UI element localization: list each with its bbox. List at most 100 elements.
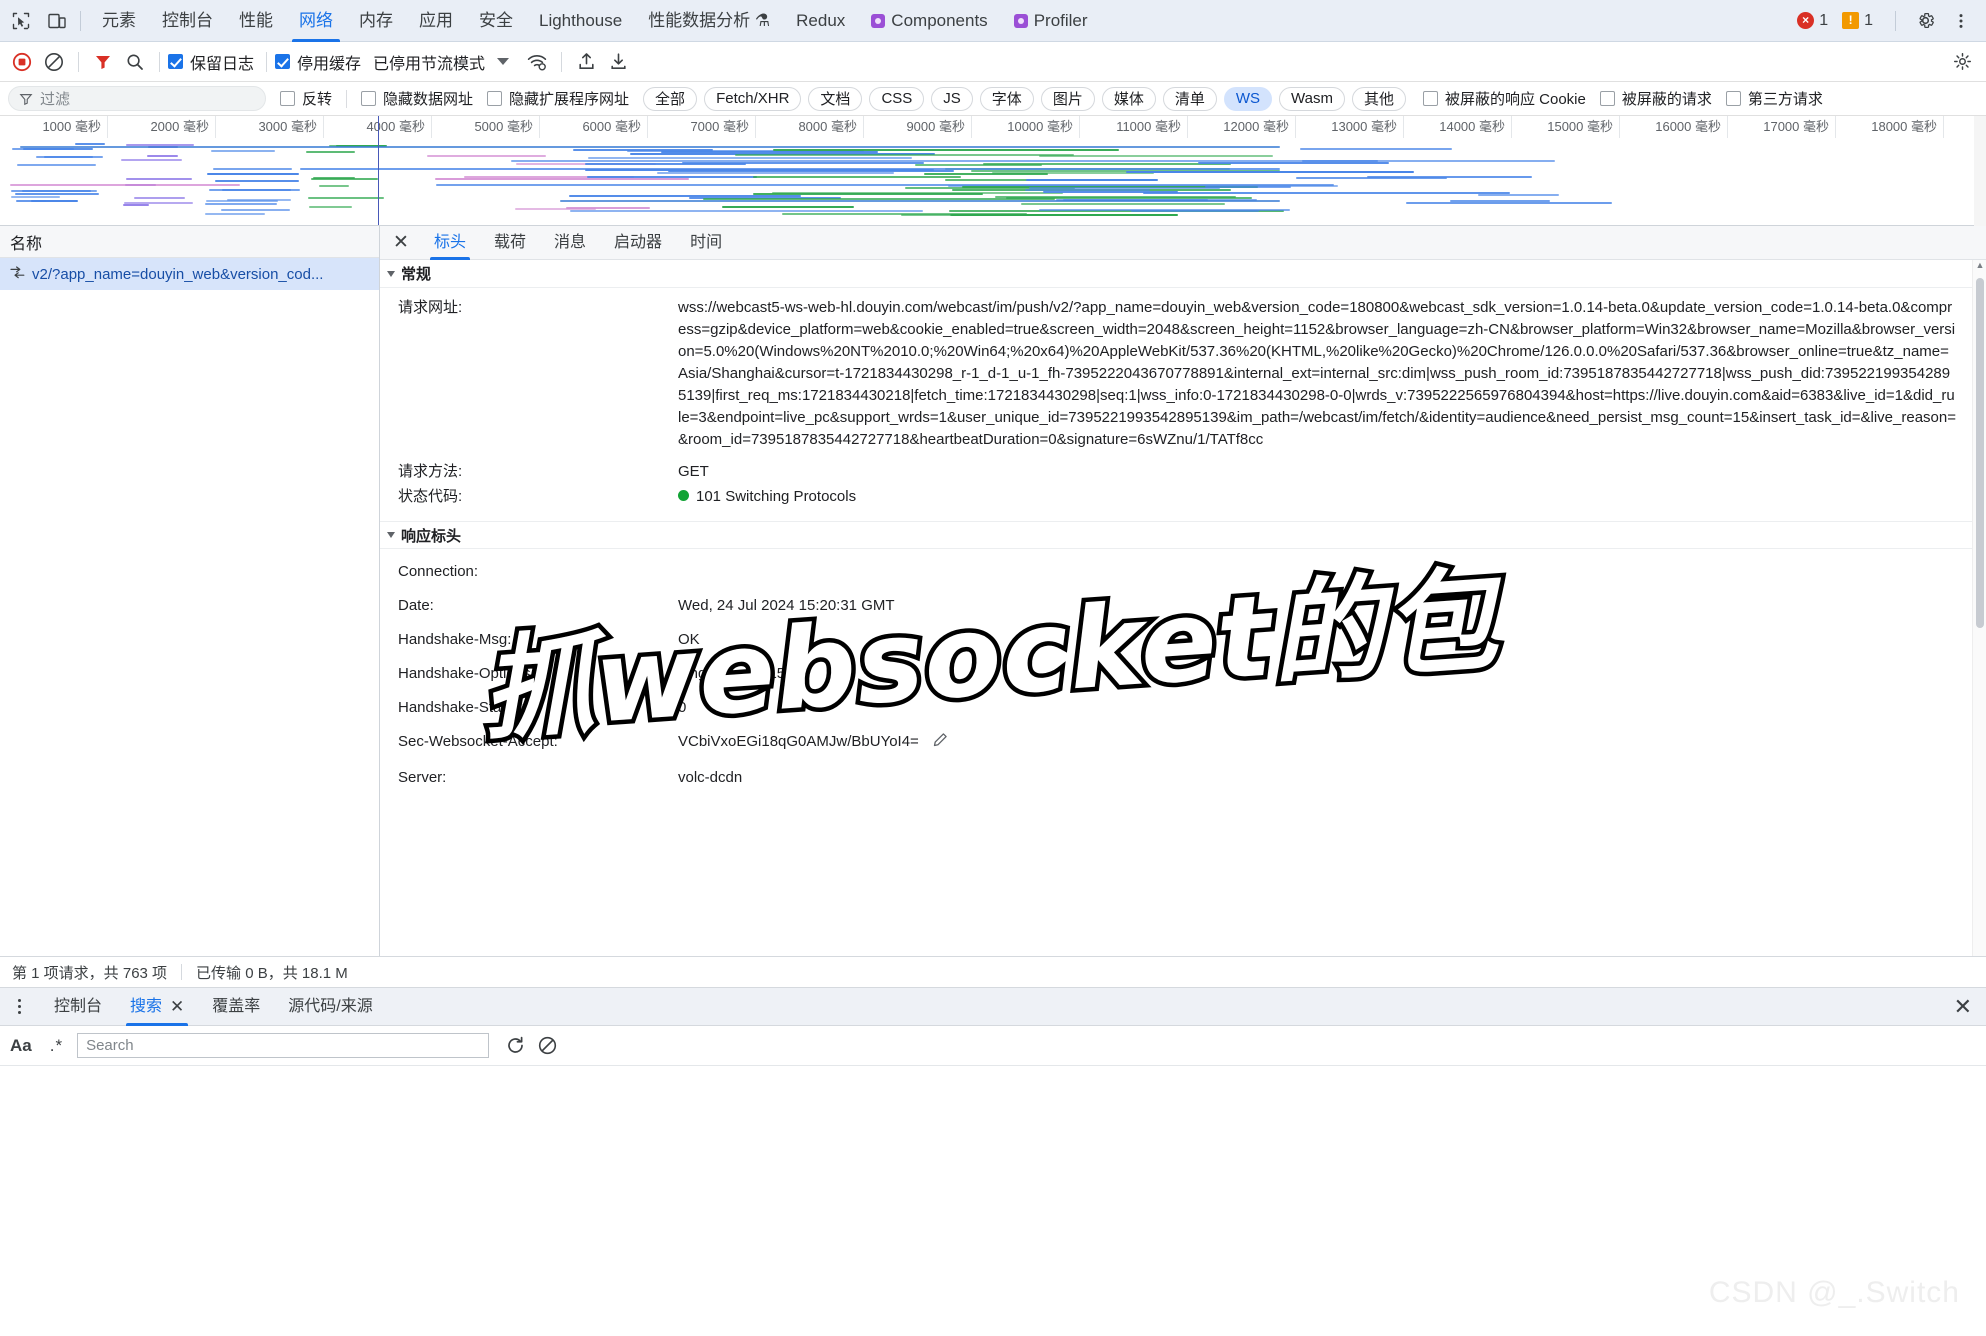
detail-scrollbar[interactable]: ▲ ▼ (1972, 260, 1986, 970)
request-list-header[interactable]: 名称 (0, 226, 379, 258)
tab-label: 内存 (359, 10, 393, 30)
section-response-headers[interactable]: 响应标头 (380, 521, 1986, 549)
tab-label: 性能 (239, 10, 273, 30)
tab-label: 源代码/来源 (288, 997, 373, 1015)
drawer-tabbar: 控制台 搜索 ✕ 覆盖率 源代码/来源 ✕ (0, 988, 1986, 1026)
react-extension-icon (1013, 13, 1028, 28)
detail-tab-payload[interactable]: 载荷 (480, 226, 540, 260)
drawer-tab-search[interactable]: 搜索 ✕ (116, 988, 198, 1026)
header-row: Connection: (380, 559, 1986, 584)
type-filter-font[interactable]: 字体 (979, 86, 1034, 111)
status-code-value: 101 Switching Protocols (696, 488, 857, 505)
search-input[interactable]: Search (77, 1033, 490, 1058)
overview-scrollbar[interactable] (1974, 116, 1986, 226)
drawer-more-options-icon[interactable] (6, 994, 32, 1020)
tab-elements[interactable]: 元素 (89, 0, 149, 42)
header-row: Sec-Websocket-Accept: VCbiVxoEGi18qG0AMJ… (380, 729, 1986, 756)
type-filter-js[interactable]: JS (931, 86, 973, 111)
type-filter-fetch-xhr[interactable]: Fetch/XHR (704, 86, 802, 111)
drawer-tab-console[interactable]: 控制台 (40, 988, 116, 1026)
regex-toggle[interactable]: .* (50, 1036, 63, 1056)
close-icon[interactable]: ✕ (388, 230, 414, 256)
type-filter-manifest[interactable]: 清单 (1162, 86, 1217, 111)
tab-memory[interactable]: 内存 (346, 0, 406, 42)
toolbar-divider (78, 51, 79, 72)
invert-checkbox[interactable]: 反转 (280, 88, 332, 109)
filter-toggle-icon[interactable] (87, 46, 119, 78)
network-filter-bar: 过滤 反转 隐藏数据网址 隐藏扩展程序网址 全部 Fetch/XHR 文档 CS… (0, 82, 1986, 116)
type-filter-doc[interactable]: 文档 (808, 86, 863, 111)
tab-performance[interactable]: 性能 (226, 0, 286, 42)
third-party-checkbox[interactable]: 第三方请求 (1725, 88, 1823, 109)
detail-tab-initiator[interactable]: 启动器 (600, 226, 676, 260)
request-row[interactable]: v2/?app_name=douyin_web&version_cod... (0, 258, 379, 290)
tab-application[interactable]: 应用 (406, 0, 466, 42)
tab-network[interactable]: 网络 (286, 0, 346, 42)
react-extension-icon (871, 13, 886, 28)
type-filter-css[interactable]: CSS (869, 86, 925, 111)
type-filter-media[interactable]: 媒体 (1101, 86, 1156, 111)
pill-label: 清单 (1174, 91, 1205, 108)
type-filter-img[interactable]: 图片 (1040, 86, 1095, 111)
ruler-tick: 6000 毫秒 (540, 116, 648, 138)
export-har-icon[interactable] (602, 46, 634, 78)
hide-data-urls-checkbox[interactable]: 隐藏数据网址 (361, 88, 473, 109)
clear-button[interactable] (38, 46, 70, 78)
detail-tab-timing[interactable]: 时间 (676, 226, 736, 260)
warning-badge[interactable]: ! 1 (1842, 12, 1873, 30)
type-filter-ws[interactable]: WS (1223, 86, 1273, 111)
tab-performance-insights[interactable]: 性能数据分析 ⚗ (635, 0, 783, 42)
preserve-log-checkbox[interactable]: 保留日志 (168, 50, 254, 74)
tab-lighthouse[interactable]: Lighthouse (526, 0, 635, 42)
type-filter-all[interactable]: 全部 (643, 86, 698, 111)
type-filter-other[interactable]: 其他 (1351, 86, 1406, 111)
checkbox-box (275, 54, 291, 69)
header-row: Handshake-Options: ping-interval=15; (380, 661, 1986, 686)
blocked-cookies-label: 被屏蔽的响应 Cookie (1445, 91, 1586, 108)
error-badge[interactable]: × 1 (1797, 12, 1828, 30)
more-options-icon[interactable] (1946, 6, 1976, 36)
clear-search-icon[interactable] (531, 1030, 563, 1062)
close-icon[interactable]: ✕ (170, 988, 184, 1026)
hide-extension-urls-checkbox[interactable]: 隐藏扩展程序网址 (487, 88, 629, 109)
network-settings-gear-icon[interactable] (1946, 46, 1978, 78)
devtools-window: 元素 控制台 性能 网络 内存 应用 安全 Lighthouse 性能数据分析 … (0, 0, 1986, 1336)
drawer-tab-coverage[interactable]: 覆盖率 (198, 988, 274, 1026)
refresh-icon[interactable] (499, 1030, 531, 1062)
detail-tab-messages[interactable]: 消息 (540, 226, 600, 260)
blocked-requests-checkbox[interactable]: 被屏蔽的请求 (1599, 88, 1712, 109)
match-case-toggle[interactable]: Aa (10, 1036, 32, 1056)
ruler-tick: 18000 毫秒 (1836, 116, 1944, 138)
type-filter-wasm[interactable]: Wasm (1279, 86, 1345, 111)
search-icon[interactable] (119, 46, 151, 78)
section-title: 响应标头 (401, 527, 462, 545)
gear-icon[interactable] (1910, 6, 1940, 36)
detail-tab-headers[interactable]: 标头 (420, 226, 480, 260)
ruler-tick: 8000 毫秒 (756, 116, 864, 138)
scroll-up-icon[interactable]: ▲ (1973, 260, 1986, 274)
chevron-down-icon[interactable] (497, 58, 510, 65)
tab-security[interactable]: 安全 (466, 0, 526, 42)
disable-cache-checkbox[interactable]: 停用缓存 (275, 50, 361, 74)
device-toolbar-icon[interactable] (42, 6, 72, 36)
blocked-cookies-checkbox[interactable]: 被屏蔽的响应 Cookie (1423, 88, 1586, 109)
tab-components[interactable]: Components (858, 0, 1000, 42)
import-har-icon[interactable] (570, 46, 602, 78)
drawer-tab-sources[interactable]: 源代码/来源 (274, 988, 386, 1026)
request-url-value[interactable]: wss://webcast5-ws-web-hl.douyin.com/webc… (678, 297, 1986, 451)
scrollbar-thumb[interactable] (1976, 278, 1984, 628)
drawer-close-icon[interactable]: ✕ (1954, 994, 1972, 1020)
inspect-element-icon[interactable] (6, 6, 36, 36)
tab-profiler[interactable]: Profiler (1001, 0, 1101, 42)
ruler-tick: 17000 毫秒 (1728, 116, 1836, 138)
edit-pencil-icon[interactable] (932, 732, 948, 754)
tab-console[interactable]: 控制台 (149, 0, 226, 42)
tab-redux[interactable]: Redux (783, 0, 858, 42)
throttling-selector[interactable]: 已停用节流模式 (373, 50, 485, 74)
filter-input[interactable]: 过滤 (8, 86, 266, 111)
record-stop-button[interactable] (6, 46, 38, 78)
network-conditions-icon[interactable] (521, 46, 553, 78)
section-general[interactable]: 常规 (380, 260, 1986, 288)
devtools-drawer: 控制台 搜索 ✕ 覆盖率 源代码/来源 ✕ Aa .* Search (0, 988, 1986, 1336)
network-overview-timeline[interactable]: 1000 毫秒 2000 毫秒 3000 毫秒 4000 毫秒 5000 毫秒 … (0, 116, 1986, 226)
